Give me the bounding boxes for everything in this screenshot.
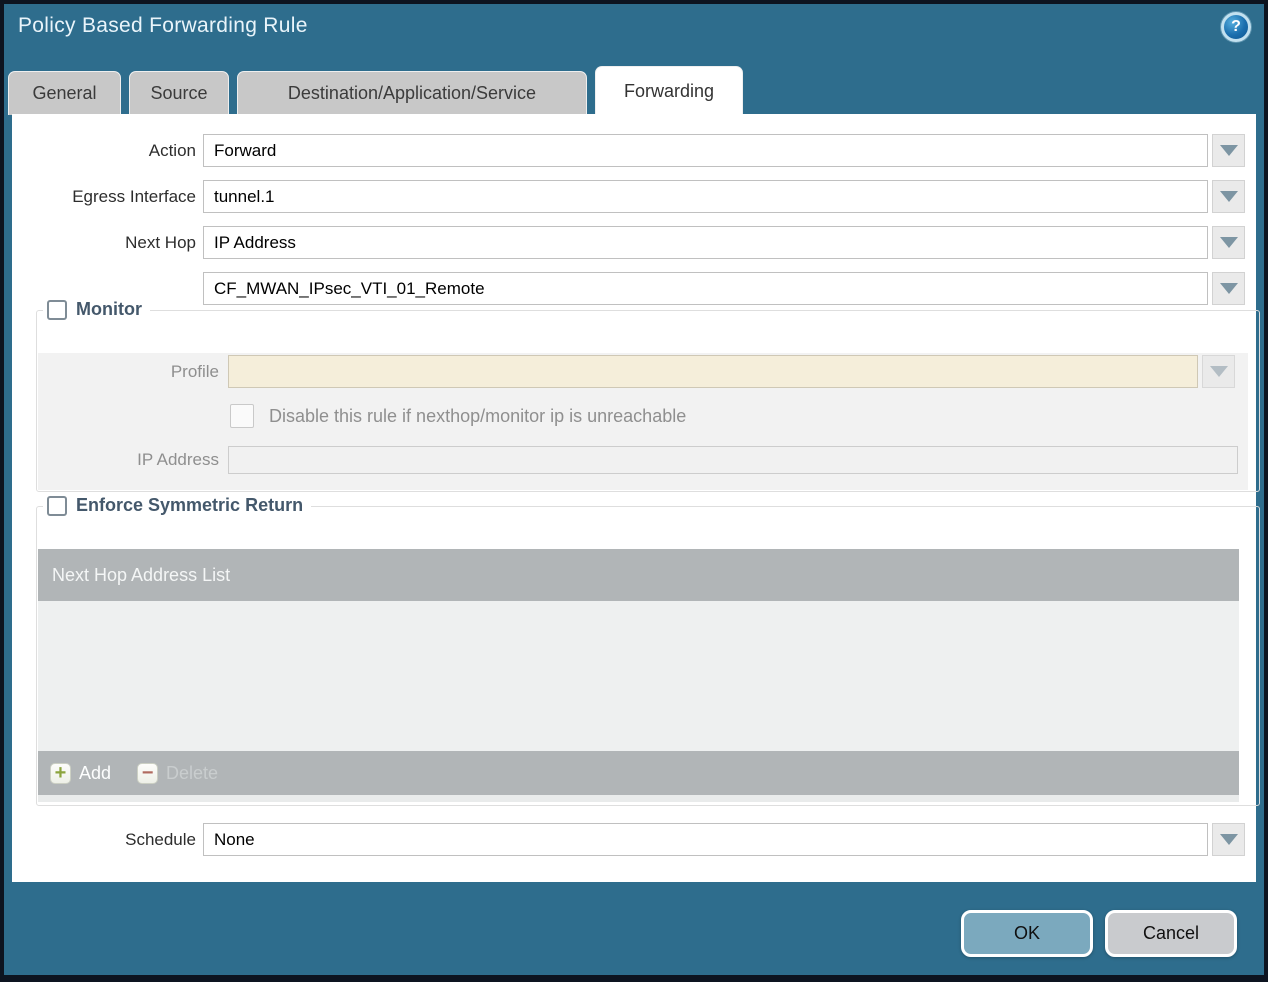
enforce-symmetric-return-checkbox[interactable]	[47, 495, 67, 516]
dropdown-arrow-icon	[1219, 237, 1238, 248]
delete-minus-icon: −	[137, 762, 159, 784]
enforce-symmetric-return-legend-label: Enforce Symmetric Return	[76, 495, 304, 515]
cancel-button[interactable]: Cancel	[1105, 910, 1237, 957]
profile-label: Profile	[170, 362, 219, 381]
monitor-fieldset: Monitor Profile Disable this rule if nex…	[36, 299, 1260, 492]
pbf-rule-dialog: Policy Based Forwarding Rule ? General S…	[0, 0, 1268, 982]
schedule-select[interactable]: None	[203, 823, 1208, 856]
next-hop-address-list-table: Next Hop Address List + Add − Delete	[38, 549, 1239, 802]
next-hop-type-select[interactable]: IP Address	[203, 226, 1208, 259]
monitor-body: Profile Disable this rule if nexthop/mon…	[38, 353, 1248, 490]
next-hop-address-list-header: Next Hop Address List	[38, 549, 1239, 601]
tab-forwarding[interactable]: Forwarding	[595, 66, 743, 115]
forwarding-tab-panel: Action Forward Egress Interface tunnel.1…	[12, 114, 1260, 882]
dropdown-arrow-icon	[1209, 366, 1228, 377]
profile-select[interactable]	[228, 355, 1198, 388]
tab-general[interactable]: General	[8, 71, 121, 115]
monitor-ip-address-label: IP Address	[137, 450, 219, 469]
dialog-title: Policy Based Forwarding Rule	[18, 14, 308, 37]
next-hop-address-list-toolbar: + Add − Delete	[38, 751, 1239, 795]
profile-dropdown-button[interactable]	[1202, 355, 1235, 388]
disable-rule-label: Disable this rule if nexthop/monitor ip …	[269, 406, 687, 426]
next-hop-label: Next Hop	[125, 233, 196, 252]
disable-rule-checkbox[interactable]	[230, 404, 254, 428]
enforce-symmetric-return-legend: Enforce Symmetric Return	[43, 495, 312, 516]
dropdown-arrow-icon	[1219, 283, 1238, 294]
enforce-symmetric-return-fieldset: Enforce Symmetric Return Next Hop Addres…	[36, 495, 1260, 806]
delete-button[interactable]: − Delete	[137, 762, 219, 784]
ok-button[interactable]: OK	[961, 910, 1093, 957]
next-hop-address-list-body[interactable]	[38, 601, 1239, 751]
add-button[interactable]: + Add	[50, 762, 112, 784]
tab-source[interactable]: Source	[129, 71, 229, 115]
egress-interface-label: Egress Interface	[72, 187, 196, 206]
delete-button-label: Delete	[166, 762, 219, 783]
tab-destination-application-service[interactable]: Destination/Application/Service	[237, 71, 587, 115]
dropdown-arrow-icon	[1219, 834, 1238, 845]
add-button-label: Add	[79, 762, 112, 783]
monitor-ip-address-input[interactable]	[228, 446, 1238, 474]
dropdown-arrow-icon	[1219, 191, 1238, 202]
monitor-checkbox[interactable]	[47, 299, 67, 320]
dropdown-arrow-icon	[1219, 145, 1238, 156]
schedule-dropdown-button[interactable]	[1212, 823, 1245, 856]
egress-interface-select[interactable]: tunnel.1	[203, 180, 1208, 213]
monitor-legend: Monitor	[43, 299, 150, 320]
next-hop-address-dropdown-button[interactable]	[1212, 272, 1245, 305]
add-plus-icon: +	[50, 762, 71, 784]
schedule-label: Schedule	[125, 830, 196, 849]
action-dropdown-button[interactable]	[1212, 134, 1245, 167]
tab-bar: General Source Destination/Application/S…	[8, 66, 743, 115]
table-bottom-strip	[38, 795, 1239, 802]
next-hop-address-select[interactable]: CF_MWAN_IPsec_VTI_01_Remote	[203, 272, 1208, 305]
action-label: Action	[148, 141, 196, 160]
next-hop-type-dropdown-button[interactable]	[1212, 226, 1245, 259]
help-icon[interactable]: ?	[1221, 12, 1251, 42]
egress-interface-dropdown-button[interactable]	[1212, 180, 1245, 213]
action-select[interactable]: Forward	[203, 134, 1208, 167]
monitor-legend-label: Monitor	[76, 299, 142, 319]
